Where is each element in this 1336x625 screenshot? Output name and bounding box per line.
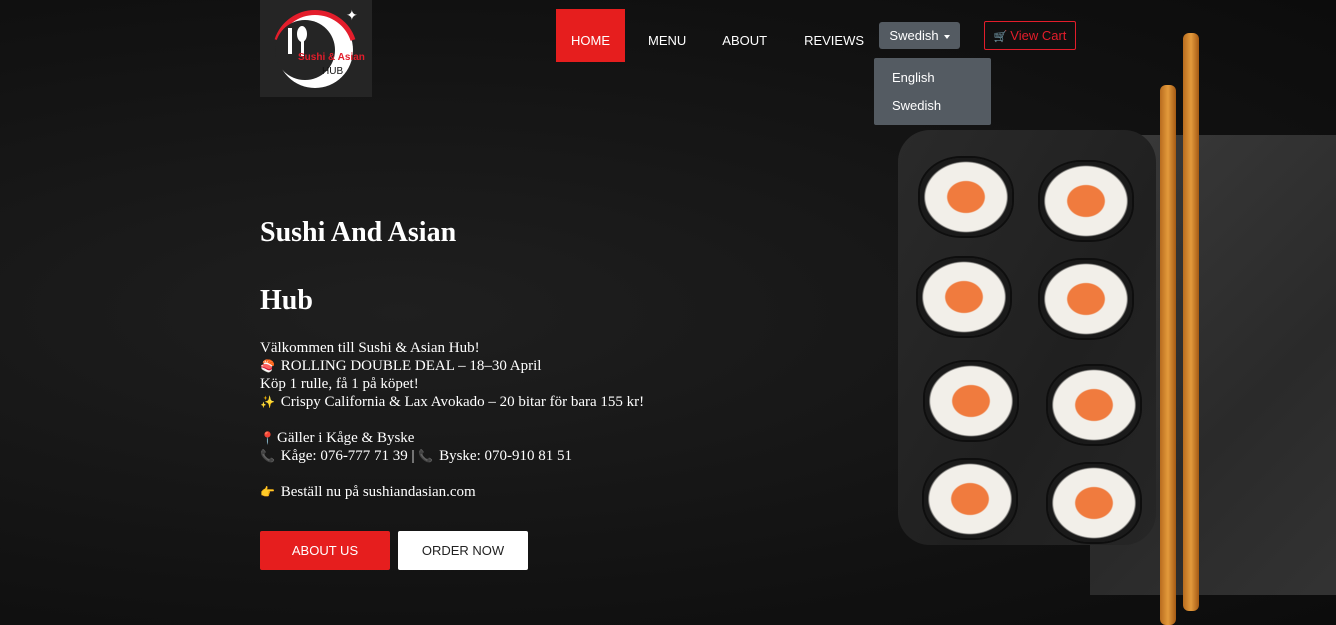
sushi-roll (1048, 464, 1140, 542)
sushi-icon: 🍣 (260, 359, 275, 373)
desc-line: ✨ Crispy California & Lax Avokado – 20 b… (260, 393, 820, 411)
desc-text: Crispy California & Lax Avokado – 20 bit… (280, 394, 645, 410)
language-selected-label: Swedish (889, 28, 939, 43)
chopstick (1183, 33, 1199, 611)
desc-text: Kåge: 076-777 71 39 | (280, 448, 415, 464)
phone-icon: 📞 (260, 449, 275, 463)
sushi-roll (918, 258, 1010, 336)
hero-title-line1: Sushi And Asian (260, 217, 457, 248)
hero-description: Välkommen till Sushi & Asian Hub! 🍣 ROLL… (260, 339, 820, 501)
desc-line: Välkommen till Sushi & Asian Hub! (260, 339, 820, 357)
nav-item-home[interactable]: HOME (556, 9, 625, 62)
hero-background (0, 0, 1336, 625)
about-us-button[interactable]: ABOUT US (260, 531, 390, 570)
sushi-roll (924, 460, 1016, 538)
site-logo[interactable]: ✦ Sushi & Asian HUB (260, 0, 372, 97)
order-now-button[interactable]: ORDER NOW (398, 531, 528, 570)
desc-line: 🍣 ROLLING DOUBLE DEAL – 18–30 April (260, 357, 820, 375)
nav-item-menu[interactable]: MENU (633, 9, 701, 62)
sushi-roll (1048, 366, 1140, 444)
desc-blank-line (260, 465, 820, 483)
sushi-roll (1040, 260, 1132, 338)
logo-text-line1: Sushi & Asian (298, 52, 365, 63)
svg-text:✦: ✦ (346, 8, 358, 24)
logo-emblem-icon: ✦ Sushi & Asian HUB (274, 8, 365, 88)
hero-title-line2: Hub (260, 285, 313, 316)
cart-icon: 🛒 (993, 31, 1008, 43)
view-cart-button[interactable]: 🛒 View Cart (984, 21, 1076, 50)
desc-line: 👉 Beställ nu på sushiandasian.com (260, 483, 820, 501)
sparkles-icon: ✨ (260, 395, 275, 409)
hero-title: Sushi And Asian Hub (260, 199, 580, 335)
desc-text: Köp 1 rulle, få 1 på köpet! (260, 376, 419, 392)
desc-text: Gäller i Kåge & Byske (277, 430, 415, 446)
desc-line: 📞 Kåge: 076-777 71 39 | 📞 Byske: 070-910… (260, 447, 820, 465)
desc-text: Byske: 070-910 81 51 (439, 448, 572, 464)
desc-text: Beställ nu på sushiandasian.com (280, 484, 476, 500)
pointing-hand-icon: 👉 (260, 485, 275, 499)
language-option-english[interactable]: English (874, 64, 991, 92)
sushi-roll (920, 158, 1012, 236)
desc-text: Välkommen till Sushi & Asian Hub! (260, 340, 480, 356)
phone-icon: 📞 (418, 449, 434, 463)
chopstick (1160, 85, 1176, 625)
caret-down-icon (943, 34, 950, 39)
language-dropdown-button[interactable]: Swedish (879, 22, 960, 49)
view-cart-label: View Cart (1010, 28, 1067, 43)
desc-blank-line (260, 411, 820, 429)
logo-text-line2: HUB (322, 66, 343, 77)
desc-text: ROLLING DOUBLE DEAL – 18–30 April (280, 358, 542, 374)
nav-item-about[interactable]: ABOUT (707, 9, 782, 62)
language-dropdown-menu: English Swedish (874, 58, 991, 125)
desc-line: Köp 1 rulle, få 1 på köpet! (260, 375, 820, 393)
desc-line: 📍 Gäller i Kåge & Byske (260, 429, 820, 447)
language-option-swedish[interactable]: Swedish (874, 92, 991, 120)
sushi-roll (925, 362, 1017, 440)
sushi-roll (1040, 162, 1132, 240)
nav-item-reviews[interactable]: REVIEWS (789, 9, 879, 62)
location-pin-icon: 📍 (260, 431, 275, 445)
main-nav: HOME MENU ABOUT REVIEWS (556, 9, 879, 62)
